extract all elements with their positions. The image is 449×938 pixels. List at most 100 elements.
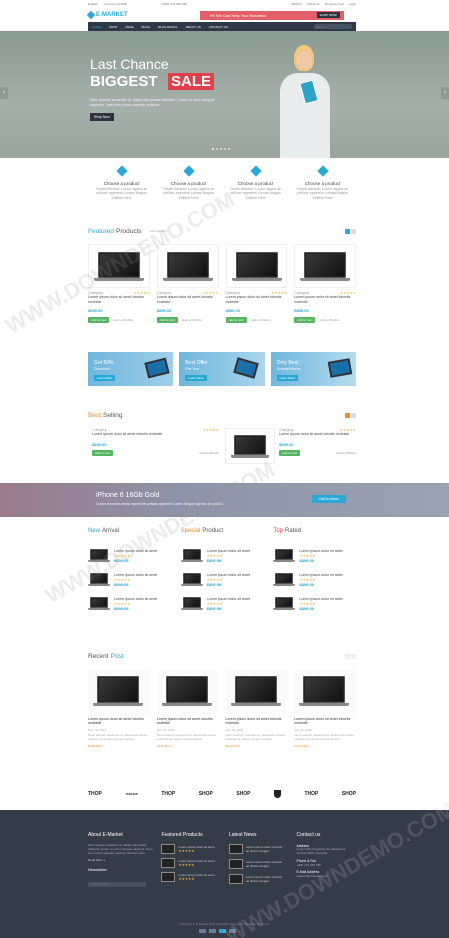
- footer-news-item[interactable]: Lorem ipsum dolor sit amet ac dictum feu…: [228, 844, 289, 854]
- list-item[interactable]: Lorem ipsum dolor sit amet ★★★★★ $899.99: [180, 568, 264, 592]
- brand-logo[interactable]: SHOP: [342, 791, 356, 797]
- carousel-next[interactable]: [351, 412, 356, 418]
- footer-product-item[interactable]: Lorem ipsum dolor sit amet ★★★★★: [161, 844, 221, 854]
- new-arrival-column: New Arrival Lorem ipsum dolor sit amet ★★★…: [88, 528, 171, 628]
- features-row: Choose a product Ceiam Aenean: Luctor ag…: [88, 165, 356, 207]
- list-item[interactable]: Lorem ipsum dolor sit amet ★★★★★ $899.99: [180, 544, 264, 568]
- add-to-cart-button[interactable]: Add to Cart: [88, 317, 110, 324]
- promo-shop-button[interactable]: SHOP NOW!: [316, 12, 340, 18]
- login-link[interactable]: Login: [349, 2, 356, 6]
- slider-dots[interactable]: [212, 148, 230, 150]
- laptop-image: [294, 244, 356, 288]
- currency-selector[interactable]: Currency: EUR/$: [104, 2, 127, 6]
- wishlist-button[interactable]: Add to Wishlist: [182, 318, 202, 322]
- footer-product-item[interactable]: Lorem ipsum dolor sit amet ★★★★★: [161, 872, 221, 882]
- nav-contact[interactable]: CONTACT US: [209, 25, 228, 29]
- carousel-prev[interactable]: [345, 653, 350, 659]
- list-item[interactable]: Lorem ipsum dolor sit amet ★★★★★ $899.99: [88, 544, 171, 568]
- brand-logo[interactable]: SHOP: [236, 791, 250, 797]
- carousel-prev[interactable]: [345, 412, 350, 418]
- nav-blog[interactable]: BLOG: [142, 25, 150, 29]
- blog-post-card[interactable]: Lorem ipsum dolor sit amet lobortis mole…: [88, 670, 150, 770]
- blog-post-card[interactable]: Lorem ipsum dolor sit amet lobortis mole…: [225, 670, 288, 770]
- language-selector[interactable]: English: [88, 2, 98, 6]
- hero-shop-button[interactable]: Shop Now: [90, 113, 114, 121]
- list-item[interactable]: Lorem ipsum dolor sit amet ★★★★★ $899.99: [180, 592, 264, 616]
- add-to-cart-button[interactable]: Add to Cart: [279, 449, 301, 456]
- read-more-link[interactable]: Read More: [157, 744, 219, 748]
- laptop-image: [88, 549, 110, 563]
- slider-prev-arrow[interactable]: ‹: [0, 87, 8, 99]
- newsletter-email-input[interactable]: [88, 881, 146, 887]
- list-item[interactable]: Lorem ipsum dolor sit amet ★★★★★ $899.99: [273, 592, 356, 616]
- read-more-link[interactable]: Read More: [88, 744, 150, 748]
- add-to-cart-button[interactable]: Add to Cart: [156, 317, 178, 324]
- wishlist-button[interactable]: Add to Wishlist: [113, 318, 133, 322]
- promo-banner-card[interactable]: Best Offer For You Learn More: [179, 352, 265, 386]
- promo-banner-card[interactable]: Get 50% Discount Learn More: [88, 352, 174, 386]
- slider-next-arrow[interactable]: ›: [441, 87, 449, 99]
- call-to-action-button[interactable]: Call to Action: [312, 495, 346, 503]
- checkout-link[interactable]: Checkout: [307, 2, 320, 6]
- list-item[interactable]: Lorem ipsum dolor sit amet ★★★★★ $899.99: [88, 592, 171, 616]
- search-input[interactable]: [314, 24, 352, 29]
- contact-email-link[interactable]: support@company.com: [297, 874, 357, 878]
- carousel-prev[interactable]: [345, 228, 350, 234]
- blog-post-card[interactable]: Lorem ipsum dolor sit amet lobortis mole…: [294, 670, 356, 770]
- brand-logo[interactable]: THOP: [88, 791, 102, 797]
- nav-home[interactable]: HOME: [92, 25, 101, 29]
- learn-more-button[interactable]: Learn More: [94, 375, 116, 381]
- wishlist-button[interactable]: Add to Wishlist: [319, 318, 339, 322]
- best-product-item[interactable]: Category ★★★★★ Lorem ipsum dolor sit amet…: [88, 428, 219, 468]
- rating-stars: ★★★★★: [178, 877, 195, 881]
- read-more-link[interactable]: Read More: [226, 744, 288, 748]
- add-to-cart-button[interactable]: Add to Cart: [92, 449, 114, 456]
- nav-shop[interactable]: SHOP: [109, 25, 118, 29]
- feature-item: Choose a product Ceiam Aenean: Luctor ag…: [289, 165, 356, 207]
- wishlist-button[interactable]: Add to Wishlist: [199, 451, 219, 455]
- carousel-next[interactable]: [351, 228, 356, 234]
- promo-banner[interactable]: Hi! We Can Help Your Business SHOP NOW!: [200, 10, 344, 20]
- wishlist-button[interactable]: Add to Wishlist: [336, 451, 356, 455]
- nav-about[interactable]: ABOUT US: [185, 25, 200, 29]
- cart-link[interactable]: Shopping Cart: [324, 2, 343, 6]
- nav-blog-detail[interactable]: BLOG DETAIL: [158, 25, 177, 29]
- diamond-icon: [86, 10, 96, 20]
- read-more-link[interactable]: Read More »: [88, 858, 153, 862]
- shield-icon[interactable]: [273, 790, 281, 798]
- add-to-cart-button[interactable]: Add to Cart: [294, 317, 316, 324]
- carousel-next[interactable]: [351, 653, 356, 659]
- payment-icons: [199, 929, 236, 933]
- read-more-link[interactable]: Read More: [294, 744, 356, 748]
- add-to-cart-button[interactable]: Add to Cart: [225, 317, 247, 324]
- promo-banner-card[interactable]: Only Best Smartphones Learn More: [270, 352, 356, 386]
- nav-page[interactable]: PAGE: [126, 25, 134, 29]
- learn-more-button[interactable]: Learn More: [185, 375, 207, 381]
- footer-news-item[interactable]: Lorem ipsum dolor sit amet ac dictum feu…: [228, 874, 289, 884]
- footer-product-item[interactable]: Lorem ipsum dolor sit amet ★★★★★: [161, 858, 221, 868]
- learn-more-button[interactable]: Learn More: [276, 375, 298, 381]
- blog-post-card[interactable]: Lorem ipsum dolor sit amet lobortis mole…: [156, 670, 219, 770]
- brand-logo[interactable]: THEHOP: [125, 792, 138, 796]
- hero-title-1: Last Chance: [90, 56, 169, 72]
- footer-news-item[interactable]: Lorem ipsum dolor sit amet ac dictum feu…: [228, 859, 289, 869]
- product-card[interactable]: Category ★★★★★ Lorem ipsum dolor sit amet…: [156, 244, 219, 334]
- paypal-icon: [219, 929, 226, 933]
- wishlist-link[interactable]: Wishlist: [291, 2, 301, 6]
- all-products-link[interactable]: All Products >: [150, 229, 169, 233]
- visa-icon: [199, 929, 206, 933]
- list-item[interactable]: Lorem ipsum dolor sit amet ★★★★★ $899.99: [273, 568, 356, 592]
- list-item[interactable]: Lorem ipsum dolor sit amet ★★★★★ $899.99: [88, 568, 171, 592]
- list-item[interactable]: Lorem ipsum dolor sit amet ★★★★★ $899.99: [273, 544, 356, 568]
- product-card[interactable]: Category ★★★★★ Lorem ipsum dolor sit amet…: [294, 244, 356, 334]
- brand-logo[interactable]: THOP: [304, 791, 318, 797]
- featured-products-grid: Category ★★★★★ Lorem ipsum dolor sit amet…: [88, 244, 356, 334]
- brand-logo[interactable]: THOP: [161, 791, 175, 797]
- mastercard-icon: [209, 929, 216, 933]
- product-card[interactable]: Category ★★★★★ Lorem ipsum dolor sit amet…: [225, 244, 288, 334]
- wishlist-button[interactable]: Add to Wishlist: [251, 318, 271, 322]
- brand-logo[interactable]: SHOP: [199, 791, 213, 797]
- best-product-item[interactable]: Category ★★★★★ Lorem ipsum dolor sit amet…: [225, 428, 356, 468]
- logo[interactable]: E-MARKET: [86, 10, 128, 20]
- product-card[interactable]: Category ★★★★★ Lorem ipsum dolor sit amet…: [88, 244, 150, 334]
